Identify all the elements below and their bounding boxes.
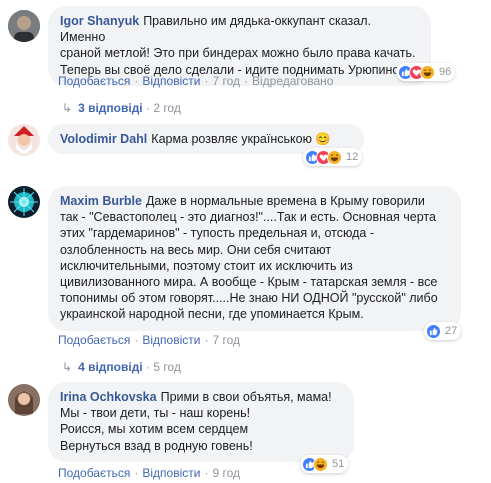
comment-bubble: Maxim Burble Даже в нормальные времена в … (48, 186, 461, 331)
view-replies-link[interactable]: ↳ 3 відповіді · 2 год (62, 101, 181, 115)
reactions-summary[interactable]: 27 (424, 322, 462, 340)
haha-icon (313, 456, 328, 472)
reply-link[interactable]: Відповісти (142, 74, 200, 88)
comment-author[interactable]: Igor Shanyuk (60, 14, 139, 28)
reply-link[interactable]: Відповісти (142, 333, 200, 347)
comment-actions: Подобається · Відповісти · 7 год (58, 333, 240, 347)
avatar[interactable] (8, 186, 40, 218)
reactions-count: 51 (332, 458, 345, 470)
comment-actions: Подобається · Відповісти · 7 год · Відредагова… (58, 74, 334, 88)
haha-icon (327, 149, 342, 165)
like-icon (426, 323, 441, 339)
comment-author[interactable]: Maxim Burble (60, 194, 142, 208)
reply-link[interactable]: Відповісти (142, 466, 200, 480)
comment-actions: Подобається · Відповісти · 9 год (58, 466, 240, 480)
reactions-summary[interactable]: 12 (303, 148, 363, 166)
haha-icon (420, 64, 435, 80)
reactions-count: 12 (346, 151, 359, 163)
reply-arrow-icon: ↳ (62, 101, 73, 115)
avatar[interactable] (8, 10, 40, 42)
comment-bubble: Irina Ochkovska Прими в свои объятья, мам… (48, 382, 354, 462)
replies-time: 2 год (153, 101, 181, 115)
comment-text: Даже в нормальные времена в Крыму говори… (60, 194, 438, 322)
reply-arrow-icon: ↳ (62, 360, 73, 374)
like-link[interactable]: Подобається (58, 333, 130, 347)
reactions-summary[interactable]: 96 (396, 63, 456, 81)
avatar[interactable] (8, 124, 40, 156)
edited-label[interactable]: Відредаговано (252, 74, 333, 88)
comment-author[interactable]: Volodimir Dahl (60, 132, 147, 146)
replies-time: 5 год (153, 360, 181, 374)
like-link[interactable]: Подобається (58, 74, 130, 88)
reactions-summary[interactable]: 51 (300, 455, 349, 473)
comment-time[interactable]: 9 год (212, 466, 240, 480)
like-link[interactable]: Подобається (58, 466, 130, 480)
comment-time[interactable]: 7 год (212, 333, 240, 347)
reactions-count: 96 (439, 66, 452, 78)
view-replies-link[interactable]: ↳ 4 відповіді · 5 год (62, 360, 181, 374)
comment-text: Карма розвляє українською 😊 (151, 132, 331, 146)
comment-author[interactable]: Irina Ochkovska (60, 390, 157, 404)
comment-time[interactable]: 7 год (212, 74, 240, 88)
reactions-count: 27 (445, 325, 458, 337)
avatar[interactable] (8, 384, 40, 416)
